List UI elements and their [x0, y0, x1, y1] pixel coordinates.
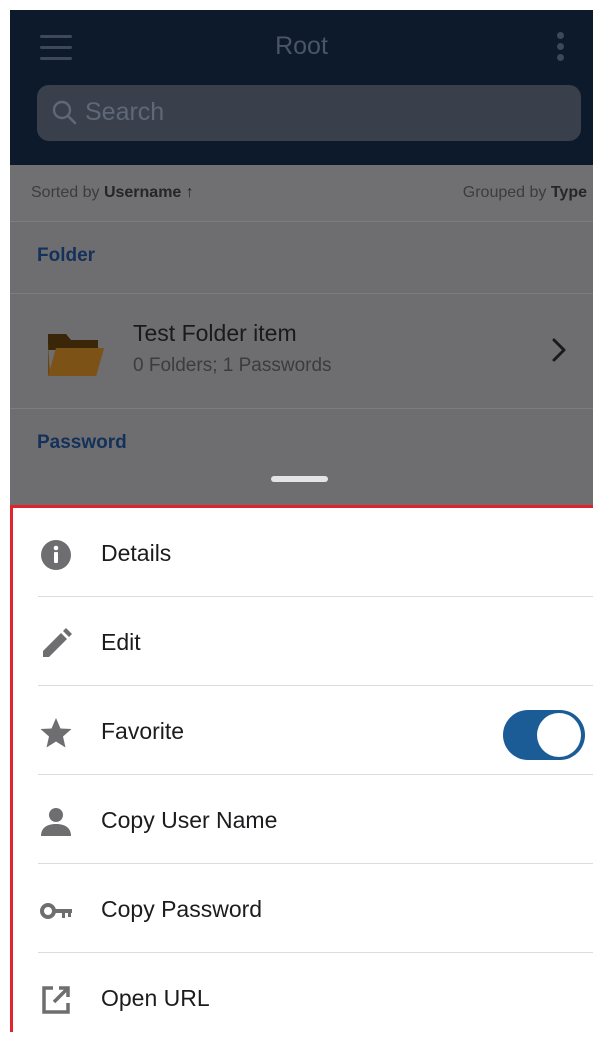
- action-label: Copy Password: [101, 896, 263, 922]
- section-label: Password: [37, 432, 127, 453]
- action-details[interactable]: Details: [13, 508, 593, 597]
- folder-row[interactable]: Test Folder item 0 Folders; 1 Passwords: [10, 293, 593, 409]
- search-bar[interactable]: [37, 85, 581, 141]
- group-prefix: Grouped by: [462, 184, 551, 201]
- info-icon: [41, 540, 71, 570]
- action-label: Copy User Name: [101, 807, 278, 833]
- action-label: Details: [101, 540, 172, 566]
- action-copy-password[interactable]: Copy Password: [13, 864, 593, 953]
- search-icon: [52, 100, 77, 125]
- person-icon: [41, 808, 71, 836]
- folder-subtitle: 0 Folders; 1 Passwords: [133, 355, 332, 376]
- toggle-knob: [537, 713, 581, 757]
- search-input[interactable]: [85, 95, 555, 129]
- action-label: Favorite: [101, 718, 185, 744]
- page-title: Root: [275, 32, 328, 60]
- navigation-bar: Root: [10, 10, 593, 165]
- sort-bar: Sorted by Username ↑ Grouped by Type: [10, 165, 593, 222]
- favorite-toggle[interactable]: [503, 710, 585, 760]
- key-icon: [40, 903, 72, 919]
- action-open-url[interactable]: Open URL: [13, 953, 593, 1042]
- sort-prefix: Sorted by: [31, 184, 104, 201]
- group-field: Type: [550, 184, 587, 201]
- folder-icon: [48, 334, 104, 376]
- star-icon: [40, 718, 72, 748]
- sort-field: Username ↑: [103, 184, 194, 201]
- more-options-icon[interactable]: [556, 32, 566, 64]
- sheet-drag-handle[interactable]: [271, 476, 328, 482]
- action-label: Open URL: [101, 985, 210, 1011]
- group-control[interactable]: Grouped by Type: [463, 184, 587, 202]
- action-favorite[interactable]: Favorite: [13, 686, 593, 775]
- dimmed-background: Root Sorted by Username ↑ Grouped by Typ…: [10, 10, 593, 505]
- pencil-icon: [43, 628, 72, 657]
- action-sheet: Details Edit Favorite Copy User Name Cop…: [10, 505, 593, 1032]
- action-copy-username[interactable]: Copy User Name: [13, 775, 593, 864]
- section-label: Folder: [37, 245, 96, 266]
- external-link-icon: [42, 986, 70, 1014]
- section-header-folder: Folder: [10, 221, 593, 294]
- section-header-password: Password: [10, 408, 593, 480]
- action-edit[interactable]: Edit: [13, 597, 593, 686]
- action-label: Edit: [101, 629, 141, 655]
- chevron-right-icon: [552, 338, 566, 362]
- sort-control[interactable]: Sorted by Username ↑: [31, 184, 194, 202]
- folder-title: Test Folder item: [133, 320, 297, 346]
